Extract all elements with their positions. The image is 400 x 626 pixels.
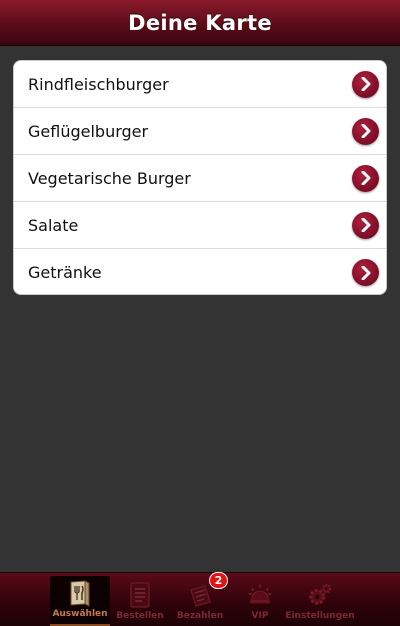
- chevron-right-icon: [352, 164, 379, 192]
- chevron-right-icon: [352, 211, 379, 239]
- page-title: Deine Karte: [128, 10, 272, 35]
- gears-icon: [307, 582, 333, 608]
- menu-item-salate[interactable]: Salate: [14, 202, 386, 249]
- notification-badge: 2: [209, 572, 228, 589]
- tab-bestellen[interactable]: Bestellen: [110, 576, 170, 626]
- menu-book-icon: [67, 580, 93, 607]
- menu-item-gefluegelburger[interactable]: Geflügelburger: [14, 108, 386, 155]
- bottom-tab-bar: Auswählen Bestellen Bezahlen 2 VIP Einst…: [0, 572, 400, 626]
- menu-item-label: Salate: [28, 215, 79, 235]
- menu-item-getraenke[interactable]: Getränke: [14, 249, 386, 294]
- tab-label: Auswählen: [52, 609, 108, 619]
- menu-item-vegetarische-burger[interactable]: Vegetarische Burger: [14, 155, 386, 202]
- tab-label: Bestellen: [116, 611, 164, 621]
- tab-bezahlen[interactable]: Bezahlen 2: [170, 572, 230, 626]
- tab-label: VIP: [251, 611, 269, 621]
- tab-label: Bezahlen: [176, 611, 224, 621]
- chevron-right-icon: [352, 259, 379, 286]
- tab-auswaehlen[interactable]: Auswählen: [50, 576, 110, 626]
- payment-icon: [187, 582, 213, 608]
- menu-item-label: Vegetarische Burger: [28, 168, 191, 188]
- order-list-icon: [127, 582, 153, 608]
- menu-item-label: Rindfleischburger: [28, 74, 169, 94]
- menu-category-list: Rindfleischburger Geflügelburger Vegetar…: [13, 60, 387, 295]
- menu-item-rindfleischburger[interactable]: Rindfleischburger: [14, 61, 386, 108]
- tab-label: Einstellungen: [285, 611, 355, 621]
- tab-einstellungen[interactable]: Einstellungen: [285, 576, 355, 626]
- header-bar: Deine Karte: [0, 0, 400, 46]
- tab-vip[interactable]: VIP: [230, 576, 290, 626]
- service-bell-icon: [247, 582, 273, 608]
- menu-item-label: Geflügelburger: [28, 121, 149, 141]
- chevron-right-icon: [352, 117, 379, 145]
- chevron-right-icon: [352, 70, 379, 98]
- menu-item-label: Getränke: [28, 263, 102, 282]
